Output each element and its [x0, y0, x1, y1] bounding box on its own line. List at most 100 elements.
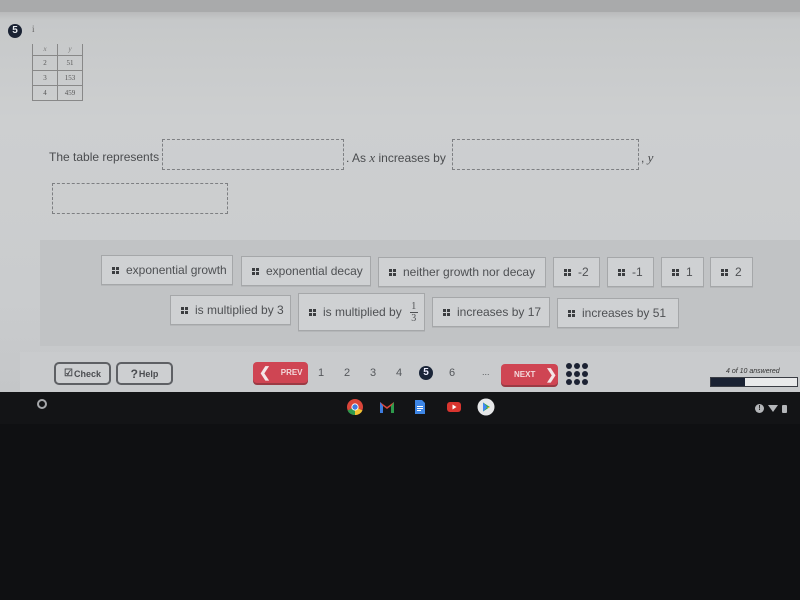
dropzone-y-change[interactable] [52, 183, 228, 214]
answered-count: 4 of 10 answered [726, 368, 780, 375]
prompt-text-2: . As x increases by [346, 150, 446, 166]
table-cell: 2 [32, 54, 58, 71]
choice-2[interactable]: 2 [710, 257, 753, 287]
choice-increases-by-17[interactable]: increases by 17 [432, 297, 550, 327]
prev-label: PREV [280, 368, 303, 377]
quiz-app: 5 i x y 2 51 3 153 4 459 The table repre… [0, 0, 800, 392]
table-row: 2 51 [32, 54, 83, 71]
page-link-3[interactable]: 3 [370, 367, 376, 379]
page-ellipsis[interactable]: ... [482, 367, 490, 377]
choice-label: -2 [578, 265, 589, 279]
screen: 5 i x y 2 51 3 153 4 459 The table repre… [0, 0, 800, 600]
grid-dot [582, 379, 588, 385]
youtube-icon[interactable] [445, 398, 463, 416]
top-strip [0, 0, 800, 12]
page-link-2[interactable]: 2 [344, 367, 350, 379]
prompt-text-3: , y [641, 150, 654, 165]
drag-handle-icon [618, 268, 625, 276]
check-button[interactable]: ☑ Check [54, 362, 111, 385]
grid-dot [574, 371, 580, 377]
page-link-5-current[interactable]: 5 [419, 366, 433, 380]
drag-handle-icon [181, 306, 188, 314]
table-cell: 3 [32, 69, 58, 86]
drag-handle-icon [672, 268, 679, 276]
question-sub-label: i [32, 24, 35, 34]
prompt-text-1: The table represents [49, 150, 160, 164]
drag-handle-icon [309, 308, 316, 316]
chevron-right-icon: ❯ [545, 366, 558, 382]
help-label: Help [138, 368, 159, 379]
choice-multiplied-by-one-third[interactable]: is multiplied by 1 3 [298, 293, 425, 331]
prompt-as: As [352, 151, 370, 165]
google-docs-icon[interactable] [411, 398, 429, 416]
chevron-left-icon: ❮ [259, 364, 271, 380]
check-label: Check [73, 368, 101, 379]
table-cell: 459 [57, 84, 83, 101]
next-button[interactable]: NEXT ❯ [501, 364, 558, 385]
page-link-1[interactable]: 1 [318, 367, 324, 379]
table-cell: 153 [57, 69, 83, 86]
choice-neg-2[interactable]: -2 [553, 257, 600, 287]
drag-handle-icon [564, 268, 571, 276]
os-shelf [0, 392, 800, 424]
choice-label: is multiplied by [323, 305, 402, 319]
question-number-badge: 5 [8, 24, 22, 38]
choice-1[interactable]: 1 [661, 257, 704, 287]
choice-increases-by-51[interactable]: increases by 51 [557, 298, 679, 328]
gmail-icon[interactable] [378, 398, 396, 416]
page-link-4[interactable]: 4 [396, 367, 402, 379]
grid-dot [582, 371, 588, 377]
question-mark-icon: ? [130, 366, 138, 381]
answered-progress-bar [710, 377, 798, 387]
checkbox-icon: ☑ [64, 368, 73, 379]
xy-table: x y 2 51 3 153 4 459 [32, 44, 83, 101]
notification-icon: ! [755, 404, 764, 413]
next-label: NEXT [514, 370, 536, 379]
choice-neg-1[interactable]: -1 [607, 257, 654, 287]
drag-handle-icon [443, 308, 450, 316]
choice-label: 2 [735, 265, 742, 279]
table-cell: 51 [57, 54, 83, 71]
help-button[interactable]: ? Help [116, 362, 173, 385]
choice-label: increases by 17 [457, 305, 542, 319]
question-grid-menu-button[interactable] [566, 363, 588, 385]
launcher-icon[interactable] [37, 399, 47, 409]
table-row: 4 459 [32, 84, 83, 101]
choice-neither[interactable]: neither growth nor decay [378, 257, 546, 287]
wifi-icon [768, 405, 778, 412]
page-link-6[interactable]: 6 [449, 367, 455, 379]
grid-dot [582, 363, 588, 369]
choice-multiplied-by-3[interactable]: is multiplied by 3 [170, 295, 291, 325]
drag-handle-icon [568, 309, 575, 317]
choice-label: exponential growth [126, 263, 227, 277]
system-tray[interactable]: ! [755, 404, 787, 413]
choice-label: is multiplied by 3 [195, 303, 284, 317]
table-header-row: x y [32, 44, 83, 56]
choice-label: neither growth nor decay [403, 265, 536, 279]
table-row: 3 153 [32, 69, 83, 86]
battery-icon [782, 404, 787, 413]
table-cell: 4 [32, 84, 58, 101]
choice-label: 1 [686, 265, 693, 279]
grid-dot [566, 379, 572, 385]
choice-exponential-growth[interactable]: exponential growth [101, 255, 233, 285]
choice-label: exponential decay [266, 264, 363, 278]
drag-handle-icon [252, 267, 259, 275]
dropzone-x-increment[interactable] [452, 139, 639, 170]
drag-handle-icon [389, 268, 396, 276]
drag-handle-icon [721, 268, 728, 276]
drag-handle-icon [112, 266, 119, 274]
table-header-y: y [57, 44, 83, 56]
grid-dot [574, 379, 580, 385]
chrome-icon[interactable] [346, 398, 364, 416]
choice-exponential-decay[interactable]: exponential decay [241, 256, 371, 286]
fraction-one-third: 1 3 [409, 301, 418, 324]
play-store-icon[interactable] [477, 398, 495, 416]
fraction-denominator: 3 [411, 312, 417, 324]
prev-button[interactable]: ❮ PREV [253, 362, 308, 383]
grid-dot [574, 363, 580, 369]
grid-dot [566, 371, 572, 377]
answered-progress-fill [711, 378, 746, 386]
dropzone-growth-type[interactable] [162, 139, 344, 170]
choice-label: increases by 51 [582, 306, 667, 320]
